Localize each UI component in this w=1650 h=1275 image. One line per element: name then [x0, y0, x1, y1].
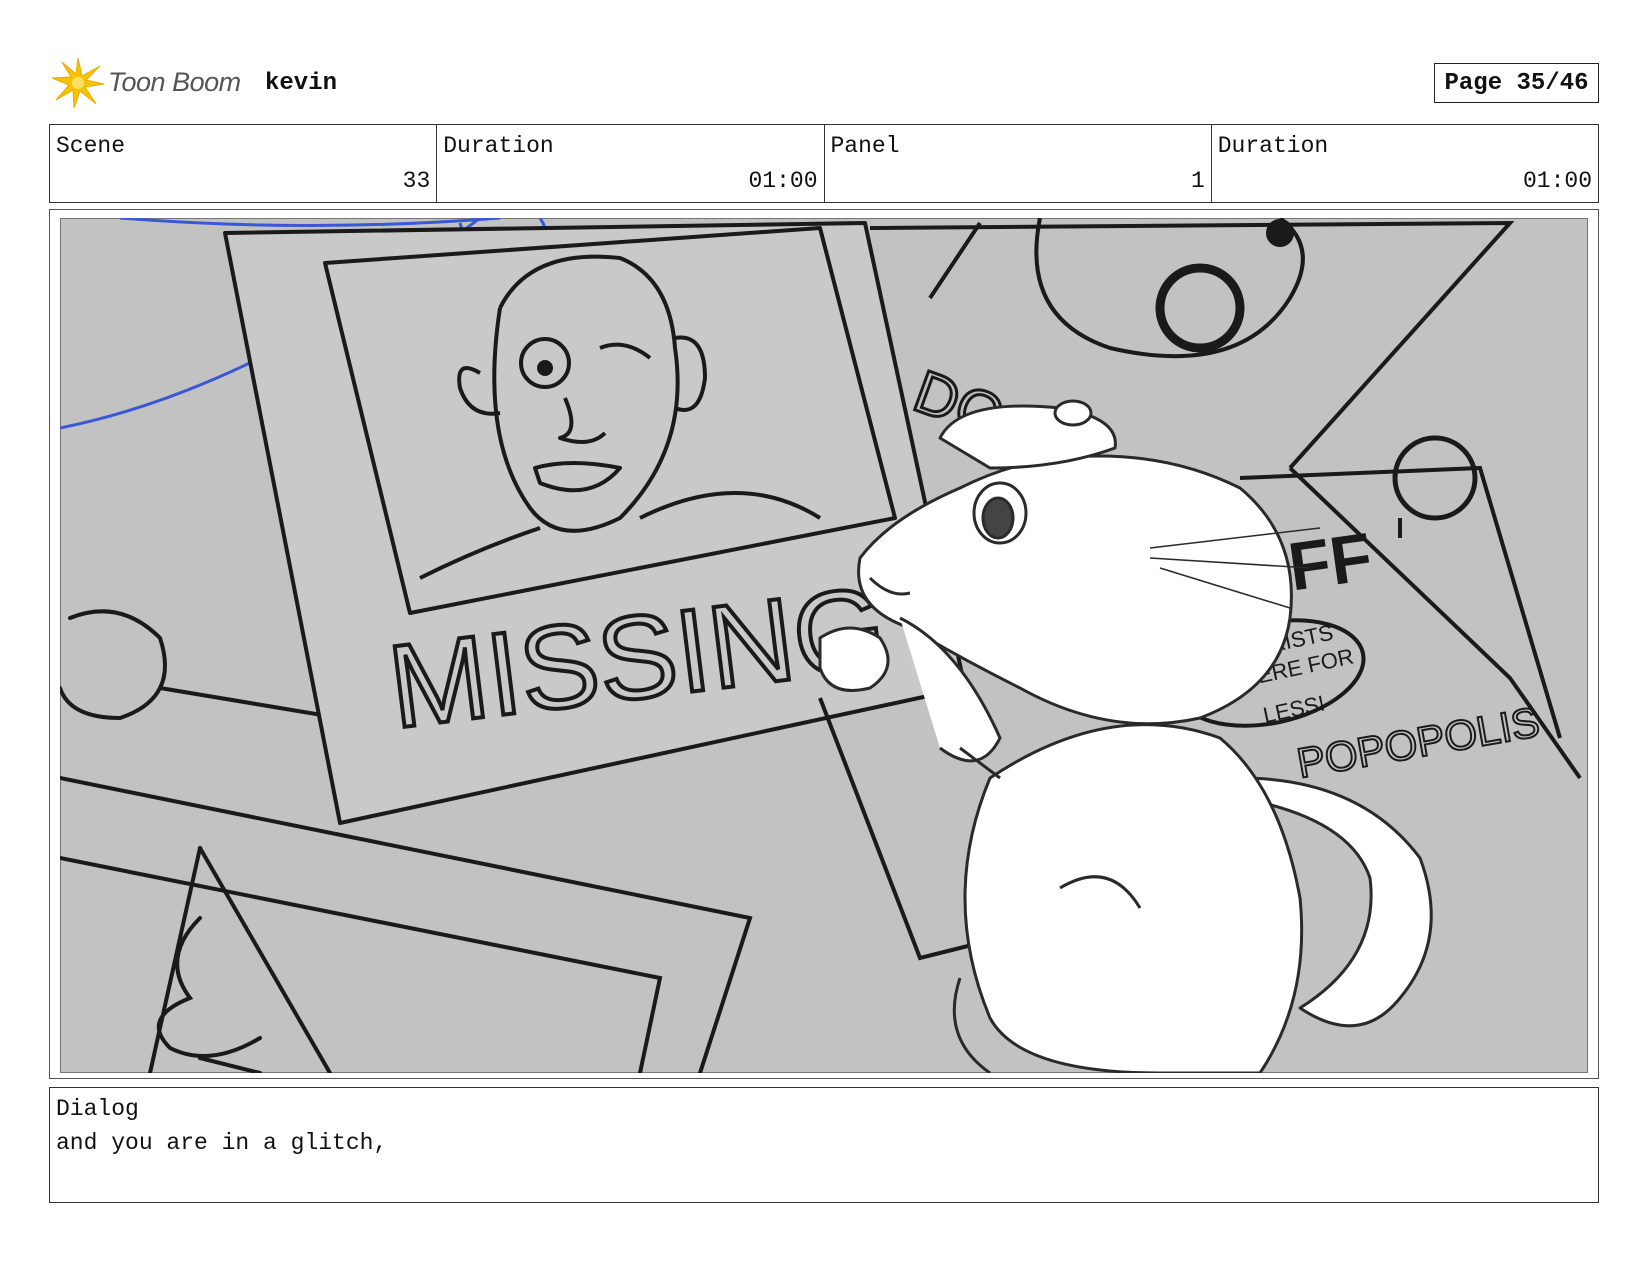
storyboard-panel-frame: MISSING DO N OFF IF IT EXISTS IT'S HERE … — [49, 209, 1599, 1079]
storyboard-sketch: MISSING DO N OFF IF IT EXISTS IT'S HERE … — [60, 218, 1588, 1073]
panel-duration-cell: Duration 01:00 — [1212, 125, 1598, 202]
brand-name: Toon Boom — [108, 66, 241, 97]
toon-boom-logo: Toon Boom — [52, 56, 241, 108]
panel-label: Panel — [830, 133, 900, 159]
starburst-icon — [52, 57, 104, 108]
scene-value: 33 — [402, 168, 431, 194]
scene-cell: Scene 33 — [50, 125, 438, 202]
scene-label: Scene — [56, 133, 126, 159]
dialog-box: Dialog and you are in a glitch, — [49, 1087, 1599, 1203]
project-name: kevin — [265, 70, 338, 97]
panel-duration-value: 01:00 — [1522, 168, 1592, 194]
panel-cell: Panel 1 — [825, 125, 1212, 202]
dialog-text: and you are in a glitch, — [56, 1130, 388, 1156]
scene-duration-label: Duration — [443, 133, 554, 159]
panel-duration-label: Duration — [1217, 133, 1329, 159]
scene-duration-value: 01:00 — [748, 168, 818, 194]
dialog-label: Dialog — [56, 1096, 139, 1122]
page-indicator: Page 35/46 — [1434, 63, 1599, 103]
scene-duration-cell: Duration 01:00 — [437, 125, 825, 202]
panel-value: 1 — [1190, 168, 1205, 194]
scene-info-bar: Scene 33 Duration 01:00 Panel 1 Duration… — [49, 124, 1599, 203]
